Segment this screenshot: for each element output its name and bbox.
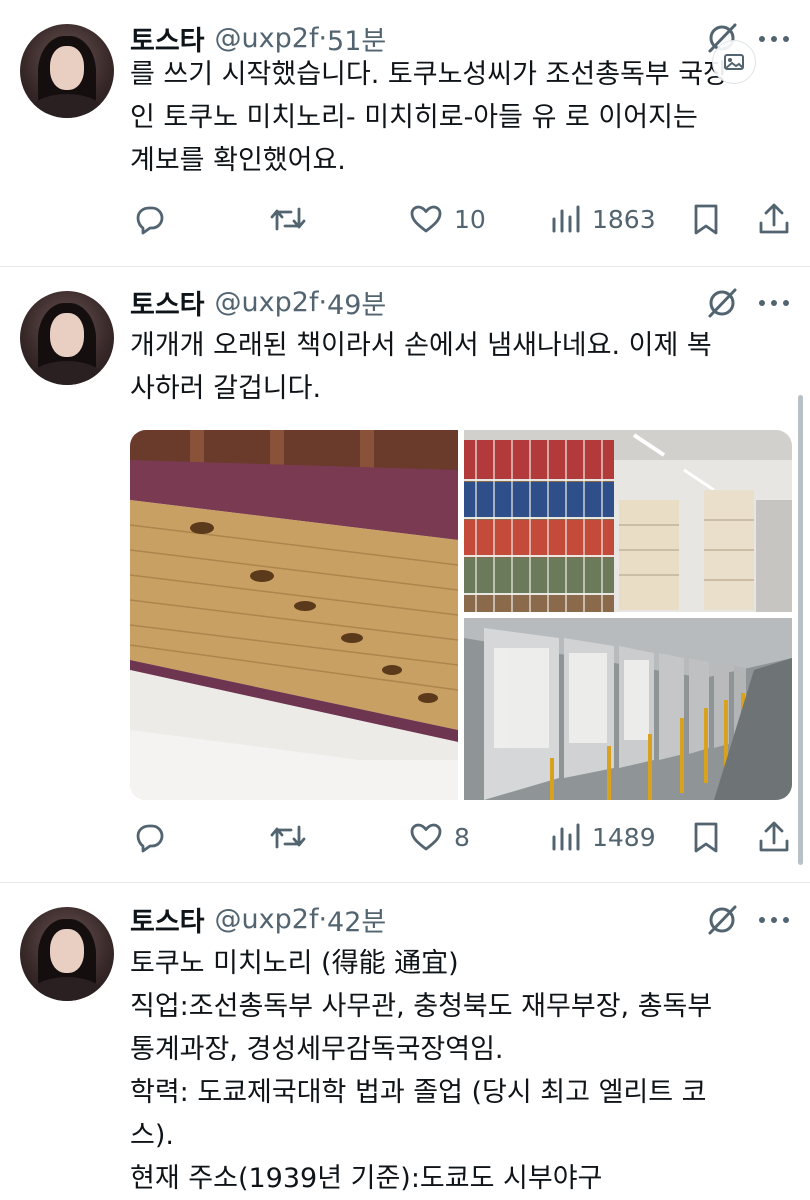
like-button[interactable]: 10 (408, 197, 486, 241)
bookmark-button[interactable] (690, 197, 722, 241)
action-bar: 10 1863 (130, 197, 800, 241)
grok-icon[interactable] (704, 902, 740, 938)
tweet-text-line: 학력: 도쿄제국대학 법과 졸업 (당시 최고 엘리트 코 (130, 1077, 707, 1108)
tweet-text: 토쿠노 미치노리 (得能 通宜) 직업:조선총독부 사무관, 충청북도 재무부장… (130, 942, 770, 1200)
bookmark-icon (694, 204, 718, 235)
reply-button[interactable] (132, 197, 168, 241)
tweet-text: 개개개 오래된 책이라서 손에서 냄새나네요. 이제 복 사하러 갈겁니다. (130, 324, 770, 410)
share-icon (759, 203, 789, 234)
media-icon[interactable] (712, 40, 756, 84)
more-icon[interactable] (756, 297, 792, 309)
media-grid (130, 430, 792, 800)
display-name[interactable]: 토스타 (130, 283, 205, 322)
tweet-3[interactable]: 토스타 @uxp2f · 42분 토쿠노 미치노리 (得能 通宜) 직업:조선총… (0, 883, 810, 1200)
bookmark-button[interactable] (690, 815, 722, 859)
reply-icon (136, 206, 164, 235)
tweet-text: 를 쓰기 시작했습니다. 토쿠노성씨가 조선총독부 국장 인 토쿠노 미치노리-… (130, 53, 770, 182)
avatar[interactable] (20, 24, 114, 118)
photo-library-shelves[interactable] (464, 430, 792, 612)
heart-icon (410, 823, 442, 851)
tweet-text-line: 계보를 확인했어요. (130, 145, 346, 176)
avatar[interactable] (20, 291, 114, 385)
share-button[interactable] (756, 815, 792, 859)
like-button[interactable]: 8 (408, 815, 470, 859)
bookmark-icon (694, 822, 718, 853)
user-handle[interactable]: @uxp2f (215, 23, 319, 54)
tweet-header: 토스타 @uxp2f · 51분 (130, 18, 386, 58)
separator: · (318, 286, 328, 318)
like-count: 8 (454, 822, 470, 852)
tweet-1[interactable]: 토스타 @uxp2f · 51분 를 쓰기 시작했습니다. 토쿠노성씨가 조선총… (0, 0, 810, 265)
retweet-icon (270, 825, 306, 849)
separator: · (318, 22, 328, 54)
tweet-text-line: 인 토쿠노 미치노리- 미치히로-아들 유 로 이어지는 (130, 102, 698, 133)
tweet-text-line: 직업:조선총독부 사무관, 충청북도 재무부장, 총독부 (130, 991, 713, 1022)
tweet-text-line: 스). (130, 1120, 174, 1151)
timestamp[interactable]: 51분 (327, 19, 386, 58)
user-handle[interactable]: @uxp2f (215, 287, 319, 318)
action-bar: 8 1489 (130, 815, 800, 859)
reply-button[interactable] (132, 815, 168, 859)
more-icon[interactable] (756, 33, 792, 45)
retweet-button[interactable] (268, 815, 308, 859)
heart-icon (410, 205, 442, 233)
view-count: 1489 (592, 822, 656, 852)
like-count: 10 (454, 204, 486, 234)
avatar[interactable] (20, 907, 114, 1001)
tweet-text-line: 를 쓰기 시작했습니다. 토쿠노성씨가 조선총독부 국장 (130, 59, 728, 90)
photo-archive-cabinets[interactable] (464, 618, 792, 800)
timestamp[interactable]: 49분 (327, 283, 386, 322)
view-count: 1863 (592, 204, 656, 234)
views-button[interactable]: 1489 (550, 815, 656, 859)
reply-icon (136, 824, 164, 853)
share-icon (759, 821, 789, 852)
separator: · (318, 903, 328, 935)
display-name[interactable]: 토스타 (130, 19, 205, 58)
display-name[interactable]: 토스타 (130, 900, 205, 939)
tweet-text-line: 현재 주소(1939년 기준):도쿄도 시부야구 (130, 1163, 603, 1194)
tweet-text-line: 통계과장, 경성세무감독국장역임. (130, 1034, 504, 1065)
retweet-icon (270, 207, 306, 231)
timestamp[interactable]: 42분 (327, 900, 386, 939)
user-handle[interactable]: @uxp2f (215, 904, 319, 935)
more-icon[interactable] (756, 914, 792, 926)
tweet-text-line: 토쿠노 미치노리 (得能 通宜) (130, 948, 459, 979)
tweet-text-line: 사하러 갈겁니다. (130, 373, 322, 404)
scrollbar[interactable] (798, 395, 803, 865)
share-button[interactable] (756, 197, 792, 241)
tweet-text-line: 개개개 오래된 책이라서 손에서 냄새나네요. 이제 복 (130, 330, 712, 361)
views-icon (552, 823, 580, 851)
retweet-button[interactable] (268, 197, 308, 241)
tweet-header: 토스타 @uxp2f · 42분 (130, 899, 386, 939)
tweet-header: 토스타 @uxp2f · 49분 (130, 282, 386, 322)
views-button[interactable]: 1863 (550, 197, 656, 241)
photo-old-book[interactable] (130, 430, 458, 800)
views-icon (552, 205, 580, 233)
grok-icon[interactable] (704, 285, 740, 321)
